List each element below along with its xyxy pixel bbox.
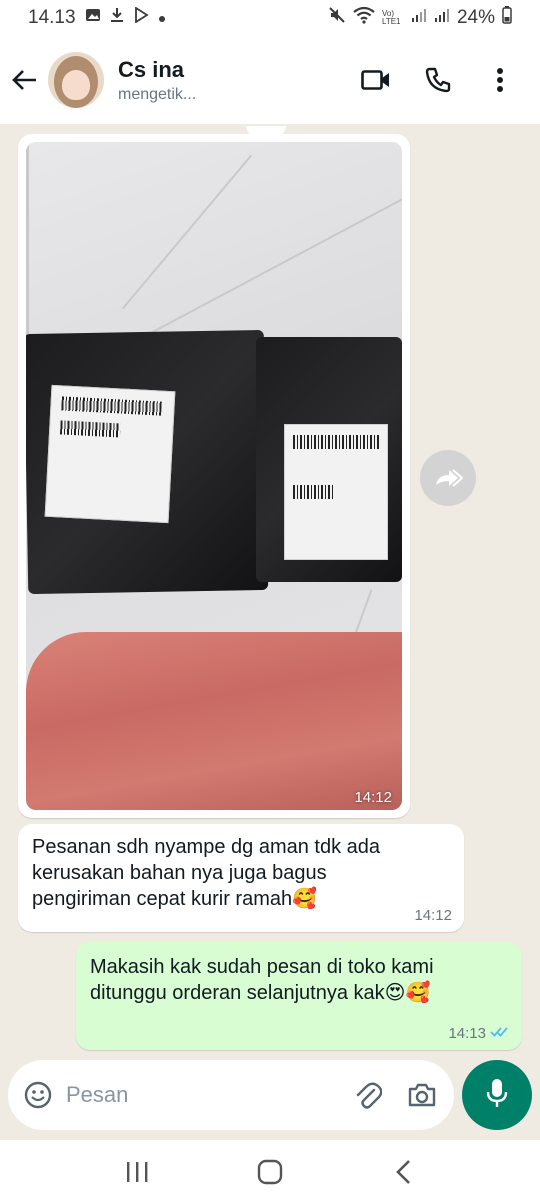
shipping-label-right bbox=[284, 424, 388, 560]
mic-button[interactable] bbox=[462, 1060, 532, 1130]
network-label: Vo) LTE1 bbox=[381, 9, 401, 26]
signal-2-icon bbox=[434, 7, 450, 29]
message-time: 14:12 bbox=[354, 789, 392, 806]
gallery-notification-icon bbox=[85, 7, 101, 29]
mic-icon bbox=[486, 1078, 508, 1113]
message-composer bbox=[8, 1060, 454, 1130]
contact-info[interactable]: Cs ina mengetik... bbox=[118, 57, 196, 104]
message-text: Pesanan sdh nyampe dg aman tdk ada kerus… bbox=[32, 836, 381, 910]
phone-icon[interactable] bbox=[418, 60, 458, 100]
message-text: Makasih kak sudah pesan di toko kami dit… bbox=[90, 956, 434, 1004]
signal-1-icon bbox=[411, 7, 427, 29]
forward-icon[interactable] bbox=[420, 450, 476, 506]
message-input[interactable] bbox=[66, 1082, 326, 1108]
play-store-notification-icon bbox=[133, 6, 149, 29]
image-message[interactable]: 14:12 bbox=[18, 134, 410, 818]
outgoing-message[interactable]: Makasih kak sudah pesan di toko kami dit… bbox=[76, 942, 522, 1050]
shipping-label-left bbox=[44, 384, 176, 524]
message-time: 14:12 bbox=[414, 907, 452, 924]
attach-icon[interactable] bbox=[350, 1077, 386, 1113]
wifi-icon bbox=[353, 6, 375, 30]
system-nav-bar bbox=[0, 1140, 540, 1204]
message-time: 14:13 bbox=[448, 1025, 510, 1042]
chat-area[interactable]: 14:12 Pesanan sdh nyampe dg aman tdk ada… bbox=[0, 124, 540, 1058]
emoji-icon[interactable] bbox=[22, 1079, 54, 1111]
more-notifications-dot-icon bbox=[158, 7, 166, 29]
home-icon[interactable] bbox=[246, 1148, 294, 1196]
download-notification-icon bbox=[110, 7, 124, 29]
message-time-text: 14:13 bbox=[448, 1025, 486, 1042]
battery-icon bbox=[502, 6, 512, 30]
contact-status: mengetik... bbox=[118, 85, 197, 103]
back-arrow-icon[interactable] bbox=[0, 56, 48, 104]
battery-percent: 24% bbox=[456, 7, 495, 28]
more-vert-icon[interactable] bbox=[480, 60, 520, 100]
recents-icon[interactable] bbox=[113, 1148, 161, 1196]
contact-name: Cs ina bbox=[118, 56, 185, 82]
mute-icon bbox=[328, 6, 346, 30]
status-bar: 14.13 Vo) LTE1 24% bbox=[0, 0, 540, 36]
avatar[interactable] bbox=[48, 52, 104, 108]
chat-header: Cs ina mengetik... bbox=[0, 36, 540, 124]
incoming-message[interactable]: Pesanan sdh nyampe dg aman tdk ada kerus… bbox=[18, 824, 464, 932]
read-ticks-icon bbox=[490, 1025, 510, 1042]
message-time-text: 14:12 bbox=[414, 907, 452, 924]
red-cloth bbox=[26, 632, 402, 810]
back-icon[interactable] bbox=[379, 1148, 427, 1196]
status-time: 14.13 bbox=[28, 7, 76, 28]
video-call-icon[interactable] bbox=[356, 60, 396, 100]
package-photo[interactable]: 14:12 bbox=[26, 142, 402, 810]
camera-icon[interactable] bbox=[404, 1077, 440, 1113]
